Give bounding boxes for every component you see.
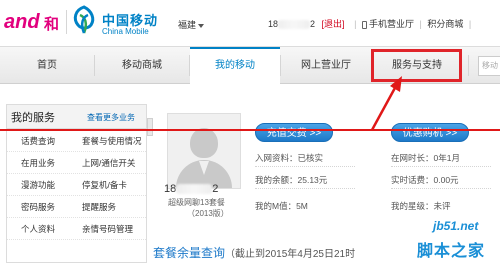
phone-mask [278, 20, 311, 30]
services-grid: 话费查询 套餐与使用情况 在用业务 上网/通信开关 漫游功能 停复机/备卡 密码… [7, 130, 146, 240]
user-phone: 18 2 [268, 19, 316, 30]
user-phone-suffix: 2 [310, 19, 316, 29]
profile-plan: 超级网聊13套餐 [168, 198, 225, 207]
nav-divider [468, 55, 469, 76]
sidebar-collapse-handle[interactable] [147, 118, 153, 136]
service-package-usage[interactable]: 套餐与使用情况 [82, 130, 142, 152]
nav-item-mall[interactable]: 移动商城 [95, 47, 189, 84]
services-row: 个人资料 亲情号码管理 [7, 218, 146, 240]
more-services-link[interactable]: 查看更多业务 [87, 112, 135, 123]
divider [255, 166, 355, 167]
service-reminder[interactable]: 提醒服务 [82, 196, 116, 218]
services-row: 漫游功能 停复机/备卡 [7, 174, 146, 196]
services-row: 密码服务 提醒服务 [7, 196, 146, 218]
points-mall-link[interactable]: 积分商城 [427, 17, 463, 30]
services-row: 话费查询 套餐与使用情况 [7, 130, 146, 152]
avatar[interactable] [167, 113, 241, 189]
service-roaming[interactable]: 漫游功能 [21, 174, 55, 196]
divider [391, 166, 491, 167]
recharge-button[interactable]: 充值交费 >> [255, 123, 333, 142]
nav-item-home[interactable]: 首页 [0, 47, 94, 84]
service-bill-query[interactable]: 话费查询 [21, 130, 55, 152]
service-data-switch[interactable]: 上网/通信开关 [82, 152, 135, 174]
realname-status: 入网资料：已核实 [255, 153, 324, 163]
mobile-hall-link[interactable]: 手机营业厅 [361, 17, 414, 30]
separator: | [354, 19, 357, 29]
realtime-fee-text: 实时话费：0.00元 [391, 175, 459, 185]
m-value-text: 我的M值：5M [255, 201, 308, 211]
service-password[interactable]: 密码服务 [21, 196, 55, 218]
buy-phone-offer-button[interactable]: 优惠购机 >> [391, 123, 469, 142]
network-age-text: 在网时长：0年1月 [391, 153, 460, 163]
mobile-phone-icon [361, 20, 367, 29]
watermark-url: jb51.net [433, 219, 479, 233]
caret-down-icon [198, 23, 205, 28]
user-toolbar: 18 2 [退出] | 手机营业厅 | 积分商城 | [268, 17, 474, 30]
service-family-numbers[interactable]: 亲情号码管理 [82, 218, 133, 240]
profile-phone-suffix: 2 [212, 183, 219, 195]
site-header: and 和 中国移动 China Mobile 福建 18 2 [退出] | 手机… [0, 0, 500, 46]
profile-phone: 18 2 [164, 183, 218, 195]
query-date: （截止到2015年4月25日21时 [225, 249, 356, 260]
service-profile[interactable]: 个人资料 [21, 218, 55, 240]
balance-text: 我的余额：25.13元 [255, 175, 328, 185]
search-input[interactable]: 移动 [478, 56, 500, 76]
phone-mask [176, 184, 213, 195]
star-level-text: 我的星级：未评 [391, 201, 451, 211]
profile-phone-prefix: 18 [164, 183, 177, 195]
province-selector[interactable]: 福建 [178, 18, 205, 31]
my-services-header: 我的服务 查看更多业务 [7, 105, 146, 129]
province-label: 福建 [178, 20, 197, 30]
package-balance-query-heading: 套餐余量查询（截止到2015年4月25日21时 [153, 244, 355, 261]
my-services-title: 我的服务 [11, 112, 55, 124]
avatar-head-shape [190, 128, 218, 158]
nav-item-my-mobile[interactable]: 我的移动 [190, 47, 280, 84]
watermark-site-name: 脚本之家 [417, 243, 486, 260]
my-services-panel: 我的服务 查看更多业务 话费查询 套餐与使用情况 在用业务 上网/通信开关 漫游… [6, 104, 147, 263]
annotation-highlight-box [371, 49, 462, 82]
annotation-red-line [0, 129, 500, 131]
mobile-hall-label: 手机营业厅 [368, 19, 414, 29]
logo-divider [66, 10, 67, 34]
services-row: 在用业务 上网/通信开关 [7, 152, 146, 174]
service-active-business[interactable]: 在用业务 [21, 152, 55, 174]
user-phone-prefix: 18 [268, 19, 279, 29]
query-title: 套餐余量查询 [153, 246, 226, 260]
and-logo-icon[interactable]: and 和 [4, 8, 64, 36]
logout-link[interactable]: [退出] [322, 17, 345, 30]
svg-text:和: 和 [44, 15, 59, 33]
divider [391, 188, 491, 189]
service-suspend-resume[interactable]: 停复机/备卡 [82, 174, 127, 196]
svg-text:and: and [4, 11, 40, 33]
divider [255, 188, 355, 189]
separator: | [419, 19, 422, 29]
china-mobile-logo-icon[interactable] [70, 5, 98, 37]
nav-item-online-hall[interactable]: 网上营业厅 [281, 47, 371, 84]
profile-plan-year: （2013版） [187, 209, 229, 218]
separator: | [468, 19, 472, 29]
brand-name-en: China Mobile [102, 27, 149, 36]
